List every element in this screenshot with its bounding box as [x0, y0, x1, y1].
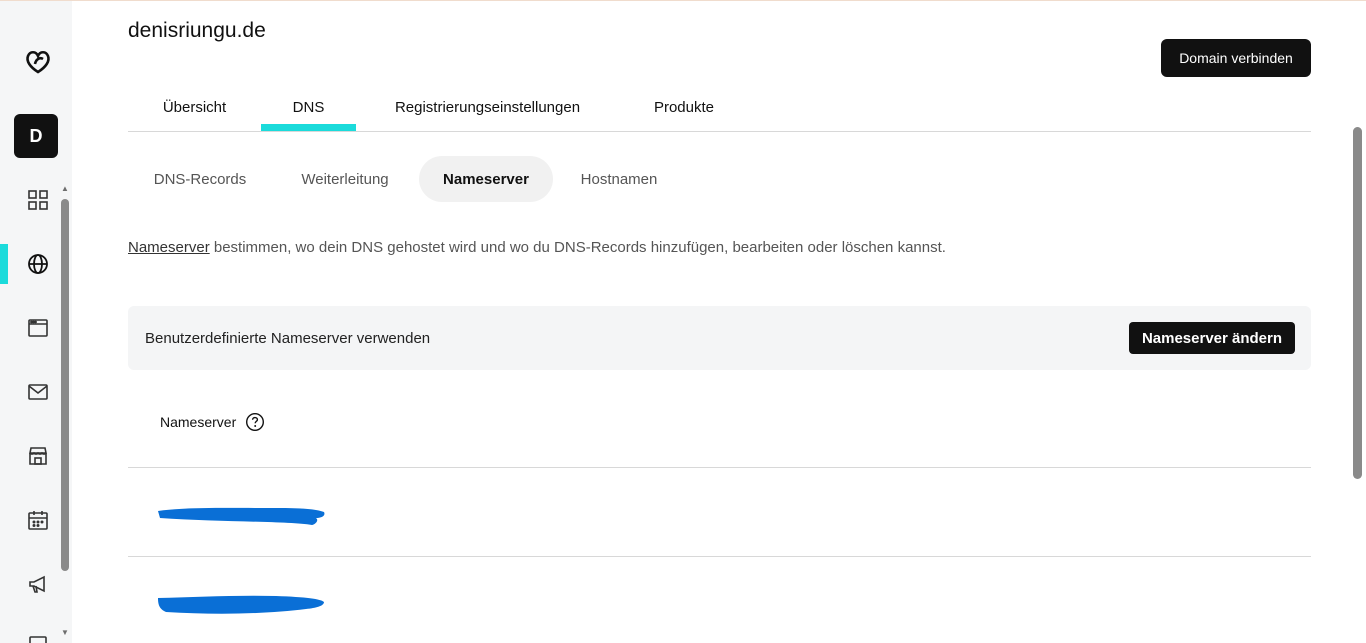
tab-products[interactable]: Produkte: [633, 84, 735, 130]
page-scrollbar-thumb[interactable]: [1353, 127, 1362, 479]
megaphone-icon: [29, 575, 45, 593]
calendar-icon: [28, 511, 48, 530]
change-nameservers-button[interactable]: Nameserver ändern: [1129, 322, 1295, 354]
logo-icon[interactable]: [22, 45, 54, 77]
subtab-hostnames[interactable]: Hostnamen: [563, 156, 675, 202]
left-nav-rail: D ▲ ▼: [0, 1, 72, 643]
rail-scrollbar-thumb[interactable]: [61, 199, 69, 571]
subtab-dns-records-label: DNS-Records: [153, 170, 247, 188]
tab-dns[interactable]: DNS: [261, 84, 356, 131]
tab-products-label: Produkte: [653, 98, 715, 116]
subtab-nameservers-label: Nameserver: [443, 170, 529, 188]
mail-icon: [28, 384, 48, 400]
nameserver-row: [158, 592, 330, 616]
avatar-letter: D: [29, 125, 43, 146]
rail-scroll-up-arrow[interactable]: ▲: [60, 184, 70, 194]
grid-icon: [28, 190, 48, 210]
window-top-border: [0, 0, 1366, 1]
subtab-hostnames-label: Hostnamen: [580, 170, 658, 188]
tab-registration-settings-label: Registrierungseinstellungen: [394, 98, 581, 116]
tab-overview-label: Übersicht: [162, 98, 227, 116]
redaction-scribble: [158, 595, 324, 614]
subtab-forwarding[interactable]: Weiterleitung: [280, 156, 410, 202]
subtab-nameservers[interactable]: Nameserver: [419, 156, 553, 202]
storefront-icon: [29, 447, 47, 465]
browser-window-icon: [28, 319, 48, 337]
domains-nav-button[interactable]: [24, 250, 52, 278]
nameserver-intro-body: bestimmen, wo dein DNS gehostet wird und…: [209, 239, 946, 256]
commerce-nav-button[interactable]: [24, 442, 52, 470]
globe-icon: [28, 254, 48, 274]
more-nav-button[interactable]: [24, 631, 52, 643]
nameserver-column-label: Nameserver: [160, 414, 237, 430]
marketing-nav-button[interactable]: [24, 570, 52, 598]
nameserver-intro-text: Nameserver bestimmen, wo dein DNS gehost…: [128, 239, 946, 256]
document-icon: [29, 636, 47, 643]
email-nav-button[interactable]: [24, 378, 52, 406]
nameserver-list-divider: [128, 467, 1311, 468]
nameserver-row: [158, 504, 330, 528]
connect-domain-button[interactable]: Domain verbinden: [1161, 39, 1311, 77]
account-avatar[interactable]: D: [14, 114, 58, 158]
active-nav-indicator: [0, 244, 8, 284]
rail-scroll-down-arrow[interactable]: ▼: [60, 628, 70, 638]
subtab-forwarding-label: Weiterleitung: [301, 170, 389, 188]
tab-dns-label: DNS: [292, 98, 325, 116]
subtab-dns-records[interactable]: DNS-Records: [134, 156, 266, 202]
nameserver-list-header: Nameserver: [160, 412, 265, 432]
tab-overview[interactable]: Übersicht: [144, 84, 245, 130]
custom-nameserver-label: Benutzerdefinierte Nameserver verwenden: [145, 330, 431, 347]
dashboard-nav-button[interactable]: [24, 186, 52, 214]
calendar-nav-button[interactable]: [24, 506, 52, 534]
nameserver-help-link[interactable]: Nameserver: [128, 239, 210, 256]
domain-title: denisriungu.de: [128, 19, 266, 42]
domain-tabs: Übersicht DNS Registrierungseinstellunge…: [128, 84, 1311, 132]
help-icon[interactable]: [245, 412, 265, 432]
websites-nav-button[interactable]: [24, 314, 52, 342]
custom-nameserver-panel: Benutzerdefinierte Nameserver verwenden …: [128, 306, 1311, 370]
redaction-scribble: [158, 507, 325, 525]
nameserver-list-divider: [128, 556, 1311, 557]
tab-registration-settings[interactable]: Registrierungseinstellungen: [378, 84, 597, 130]
